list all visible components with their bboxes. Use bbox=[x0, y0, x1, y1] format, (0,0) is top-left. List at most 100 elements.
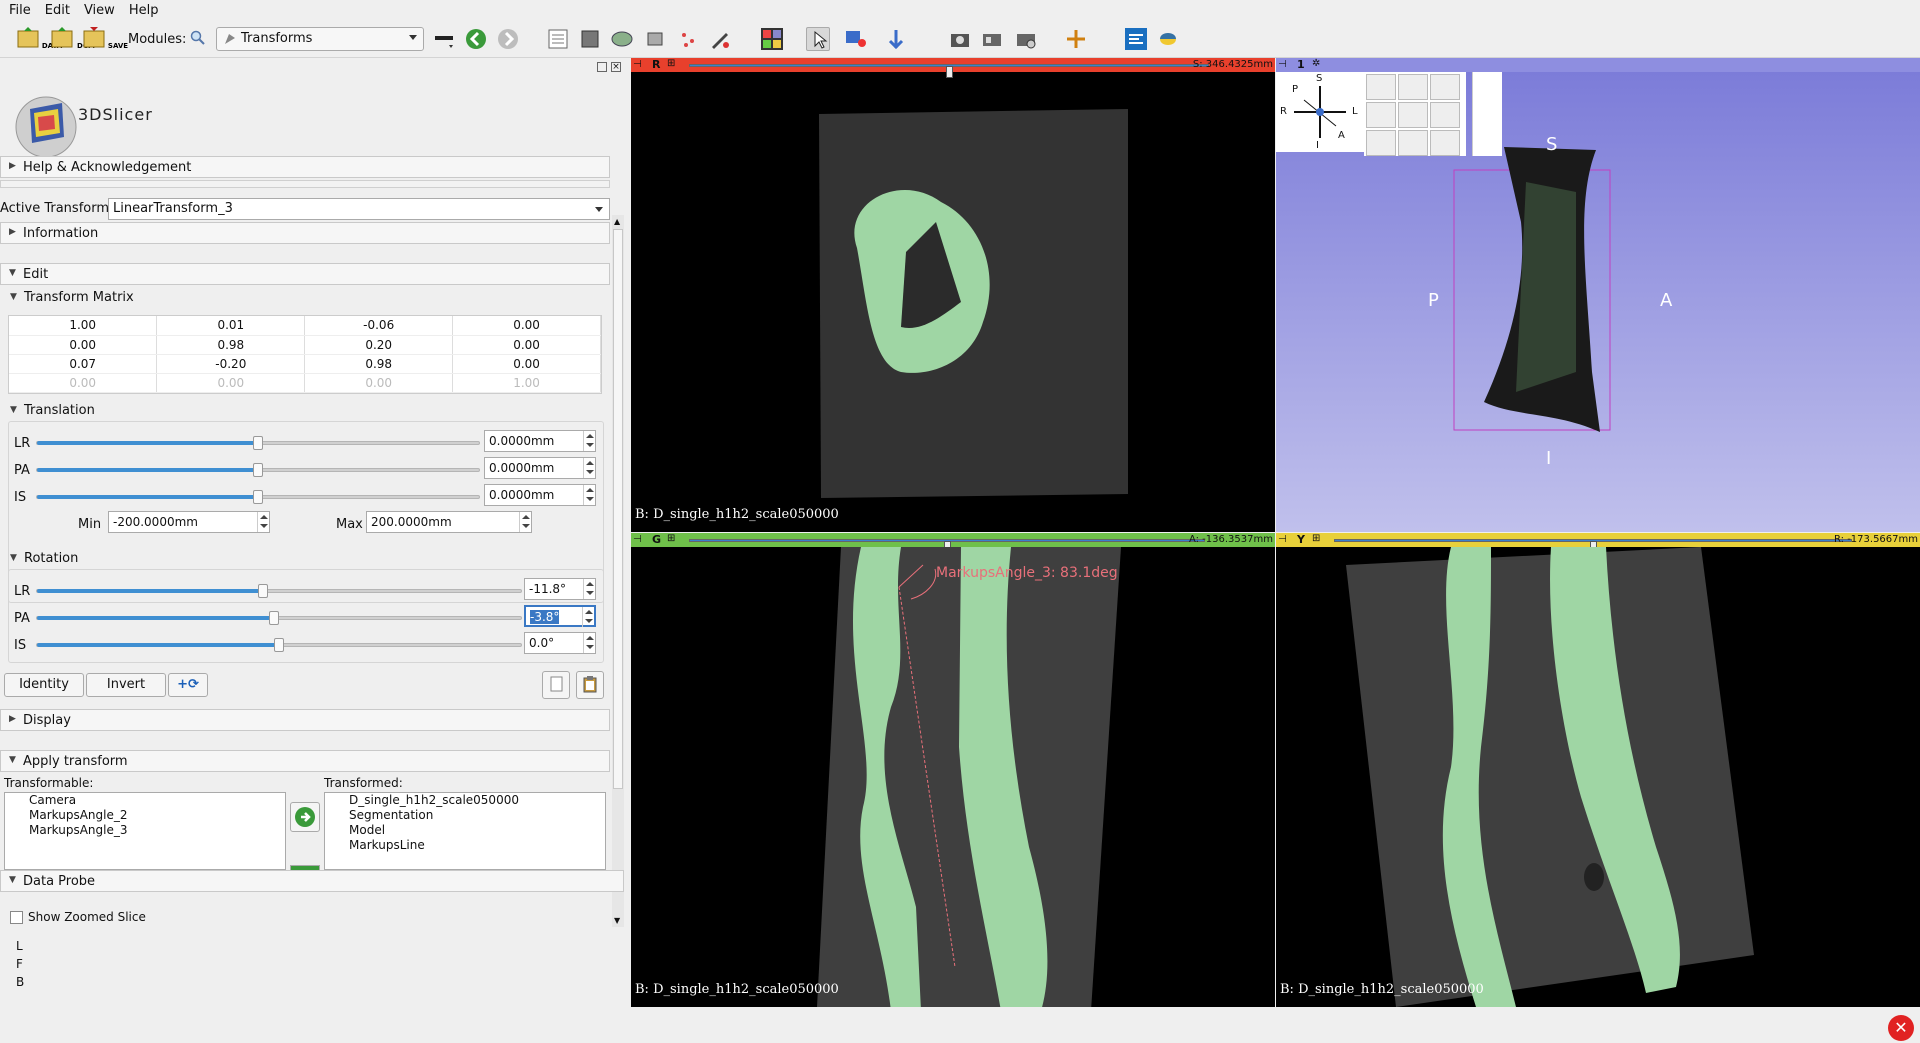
transform-matrix-table[interactable]: 1.00 0.01 -0.06 0.00 0.00 0.98 0.20 0.00… bbox=[8, 315, 602, 394]
back-arrow-icon[interactable] bbox=[464, 27, 488, 51]
transforms-module-icon[interactable] bbox=[644, 27, 668, 51]
spin-arrows-icon[interactable] bbox=[583, 579, 595, 599]
scene-view-icon[interactable] bbox=[980, 27, 1004, 51]
link-icon[interactable]: ⊞ bbox=[1312, 533, 1320, 544]
apply-transform-button[interactable] bbox=[290, 802, 320, 832]
red-slice-view[interactable]: ⊣ R ⊞ S: 346.4325mm B: D_single_h1h2_sca… bbox=[631, 58, 1275, 532]
screenshot-icon[interactable] bbox=[948, 27, 972, 51]
spin-arrows-icon[interactable] bbox=[519, 512, 531, 532]
list-item[interactable]: D_single_h1h2_scale050000 bbox=[325, 793, 605, 808]
identity-button[interactable]: Identity bbox=[4, 673, 84, 697]
list-item[interactable]: MarkupsLine bbox=[325, 838, 605, 853]
menu-file[interactable]: File bbox=[4, 3, 36, 18]
pin-icon[interactable]: ⊣ bbox=[1278, 534, 1287, 545]
rotation-pa-slider[interactable] bbox=[36, 611, 522, 625]
data-module-icon[interactable] bbox=[546, 27, 570, 51]
min-spinbox[interactable]: -200.0000mm bbox=[108, 511, 270, 533]
transformable-list[interactable]: Camera MarkupsAngle_2 MarkupsAngle_3 bbox=[4, 792, 286, 870]
scrollbar-thumb[interactable] bbox=[613, 229, 623, 789]
gear-icon[interactable]: ✲ bbox=[1312, 58, 1320, 69]
markups-module-icon[interactable] bbox=[676, 27, 700, 51]
panel-close-icon[interactable]: × bbox=[611, 62, 621, 72]
list-item[interactable]: Camera bbox=[5, 793, 285, 808]
transformed-list[interactable]: D_single_h1h2_scale050000 Segmentation M… bbox=[324, 792, 606, 870]
models-module-icon[interactable] bbox=[610, 27, 634, 51]
link-icon[interactable]: ⊞ bbox=[667, 58, 675, 69]
show-zoomed-slice-checkbox[interactable] bbox=[10, 911, 23, 924]
module-history-button[interactable] bbox=[432, 27, 456, 51]
green-slice-view[interactable]: ⊣ G ⊞ A: -136.3537mm MarkupsAngle_3: 83.… bbox=[631, 533, 1275, 1007]
matrix-cell[interactable]: 0.00 bbox=[452, 335, 601, 355]
translation-is-slider[interactable] bbox=[36, 490, 480, 504]
slider-handle[interactable] bbox=[253, 436, 263, 450]
slider-handle[interactable] bbox=[258, 584, 269, 598]
matrix-cell[interactable]: 0.00 bbox=[452, 316, 601, 336]
extension-manager-icon[interactable] bbox=[1014, 27, 1038, 51]
matrix-cell[interactable]: 0.20 bbox=[304, 335, 454, 355]
menu-help[interactable]: Help bbox=[124, 3, 164, 18]
scroll-up-icon[interactable]: ▲ bbox=[614, 217, 620, 226]
volumes-module-icon[interactable] bbox=[578, 27, 602, 51]
menu-edit[interactable]: Edit bbox=[40, 3, 75, 18]
rotation-lr-slider[interactable] bbox=[36, 584, 522, 598]
list-item[interactable]: MarkupsAngle_2 bbox=[5, 808, 285, 823]
display-section-header[interactable]: ▶ Display bbox=[0, 709, 610, 731]
max-spinbox[interactable]: 200.0000mm bbox=[366, 511, 532, 533]
error-log-icon[interactable]: ✕ bbox=[1888, 1015, 1914, 1041]
matrix-cell[interactable]: 0.98 bbox=[156, 335, 306, 355]
matrix-cell[interactable]: -0.20 bbox=[156, 354, 306, 374]
mouse-pointer-icon[interactable] bbox=[806, 27, 830, 51]
pin-icon[interactable]: ⊣ bbox=[633, 534, 642, 545]
panel-scrollbar[interactable]: ▲ ▼ bbox=[612, 215, 624, 927]
spin-arrows-icon[interactable] bbox=[257, 512, 269, 532]
copy-button[interactable] bbox=[542, 671, 570, 699]
matrix-cell[interactable]: 1.00 bbox=[9, 316, 158, 336]
python-console-icon[interactable] bbox=[1156, 27, 1180, 51]
yellow-slice-view[interactable]: ⊣ Y ⊞ R: -173.5667mm B: D_single_h1h2_sc… bbox=[1276, 533, 1920, 1007]
menu-view[interactable]: View bbox=[79, 3, 120, 18]
rotation-header[interactable]: ▼ Rotation bbox=[8, 551, 78, 566]
rotation-is-spinbox[interactable]: 0.0° bbox=[524, 632, 596, 654]
pin-icon[interactable]: ⊣ bbox=[1278, 59, 1287, 70]
module-search-icon[interactable] bbox=[190, 30, 206, 46]
segment-editor-icon[interactable] bbox=[708, 27, 732, 51]
pin-icon[interactable]: ⊣ bbox=[633, 59, 642, 70]
rotation-pa-spinbox[interactable]: -3.8° bbox=[524, 605, 596, 627]
information-section-header[interactable]: ▶ Information bbox=[0, 222, 610, 244]
slider-handle[interactable] bbox=[253, 463, 263, 477]
spin-arrows-icon[interactable] bbox=[583, 458, 595, 478]
yellow-slice-offset-slider[interactable] bbox=[1334, 539, 1852, 553]
spin-arrows-icon[interactable] bbox=[582, 607, 594, 627]
split-transform-button[interactable]: +⟳ bbox=[168, 673, 208, 697]
module-selector[interactable]: Transforms bbox=[216, 27, 424, 51]
forward-arrow-icon[interactable] bbox=[496, 27, 520, 51]
spin-arrows-icon[interactable] bbox=[583, 633, 595, 653]
matrix-cell[interactable]: 0.98 bbox=[304, 354, 454, 374]
scroll-down-icon[interactable]: ▼ bbox=[614, 916, 620, 925]
edit-section-header[interactable]: ▼ Edit bbox=[0, 263, 610, 285]
matrix-cell[interactable]: 0.07 bbox=[9, 354, 158, 374]
help-section-header[interactable]: ▶ Help & Acknowledgement bbox=[0, 156, 610, 178]
translation-pa-spinbox[interactable]: 0.0000mm bbox=[484, 457, 596, 479]
load-data-button[interactable]: DATA bbox=[16, 27, 62, 51]
rotation-is-slider[interactable] bbox=[36, 638, 522, 652]
red-slice-offset-slider[interactable] bbox=[689, 64, 1209, 78]
list-item[interactable]: MarkupsAngle_3 bbox=[5, 823, 285, 838]
matrix-cell[interactable]: 0.00 bbox=[9, 335, 158, 355]
invert-button[interactable]: Invert bbox=[86, 673, 166, 697]
link-icon[interactable]: ⊞ bbox=[667, 533, 675, 544]
place-fiducial-icon[interactable] bbox=[844, 27, 868, 51]
spin-arrows-icon[interactable] bbox=[583, 485, 595, 505]
translation-pa-slider[interactable] bbox=[36, 463, 480, 477]
matrix-cell[interactable]: 0.01 bbox=[156, 316, 306, 336]
transform-matrix-header[interactable]: ▼ Transform Matrix bbox=[8, 290, 134, 305]
apply-transform-section-header[interactable]: ▼ Apply transform bbox=[0, 750, 610, 772]
panel-undock-icon[interactable] bbox=[597, 62, 607, 72]
translation-is-spinbox[interactable]: 0.0000mm bbox=[484, 484, 596, 506]
dicom-button[interactable]: DCM bbox=[50, 27, 95, 51]
crosshair-icon[interactable] bbox=[1064, 27, 1088, 51]
translation-header[interactable]: ▼ Translation bbox=[8, 403, 95, 418]
matrix-cell[interactable]: -0.06 bbox=[304, 316, 454, 336]
translation-lr-spinbox[interactable]: 0.0000mm bbox=[484, 430, 596, 452]
matrix-cell[interactable]: 0.00 bbox=[452, 354, 601, 374]
